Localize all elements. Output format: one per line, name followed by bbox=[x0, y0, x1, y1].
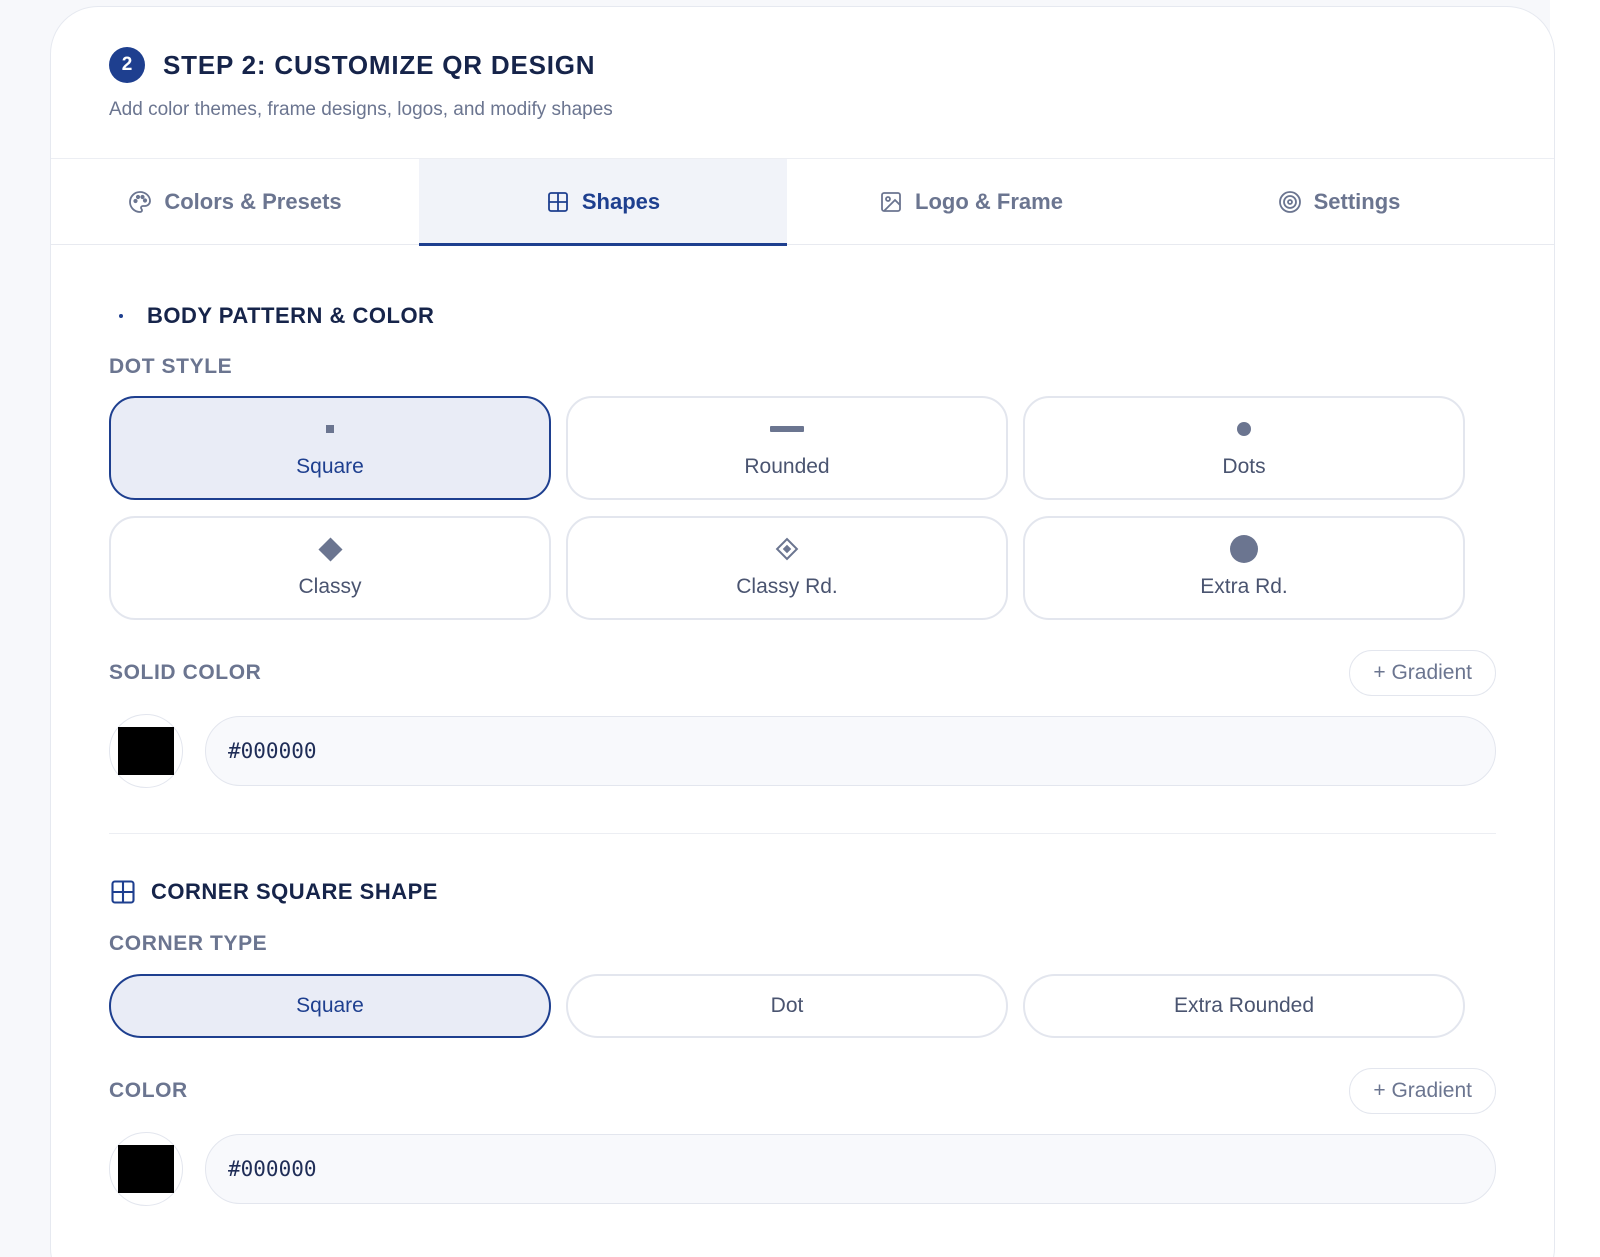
circle-dot-icon bbox=[1237, 422, 1251, 436]
large-circle-icon bbox=[1230, 535, 1258, 563]
dot-style-rounded[interactable]: Rounded bbox=[566, 396, 1008, 500]
grid-icon bbox=[111, 880, 135, 904]
diamond-outline-icon bbox=[775, 537, 799, 561]
solid-color-label: SOLID COLOR bbox=[109, 661, 262, 684]
corner-type-options: Square Dot Extra Rounded bbox=[109, 974, 1496, 1038]
section-title: BODY PATTERN & COLOR bbox=[147, 303, 435, 328]
hex-color-input[interactable]: #000000 bbox=[205, 716, 1496, 786]
rounded-bar-icon bbox=[770, 426, 804, 432]
option-label: Square bbox=[296, 455, 364, 478]
color-swatch bbox=[118, 1145, 174, 1193]
option-label: Classy Rd. bbox=[736, 575, 838, 598]
tab-label: Shapes bbox=[581, 189, 661, 214]
dot-style-square[interactable]: Square bbox=[109, 396, 551, 500]
card-header: 2 STEP 2: CUSTOMIZE QR DESIGN Add color … bbox=[51, 7, 1554, 159]
tab-colors-presets[interactable]: Colors & Presets bbox=[51, 159, 419, 245]
corner-section-header: CORNER SQUARE SHAPE bbox=[109, 878, 1496, 906]
dot-style-extra-rounded[interactable]: Extra Rd. bbox=[1023, 516, 1465, 620]
solid-color-header: SOLID COLOR + Gradient bbox=[109, 650, 1496, 696]
design-card: 2 STEP 2: CUSTOMIZE QR DESIGN Add color … bbox=[50, 6, 1555, 1257]
option-label: Dots bbox=[1222, 455, 1266, 478]
shapes-panel: BODY PATTERN & COLOR DOT STYLE Square Ro… bbox=[51, 303, 1554, 1206]
diamond-icon bbox=[317, 536, 343, 562]
image-icon bbox=[881, 192, 901, 212]
page-subtitle: Add color themes, frame designs, logos, … bbox=[109, 99, 613, 120]
option-label: Rounded bbox=[744, 455, 830, 478]
tab-label: Settings bbox=[1313, 189, 1401, 214]
step-number-badge: 2 bbox=[109, 47, 145, 83]
tab-shapes[interactable]: Shapes bbox=[419, 159, 787, 246]
bullet-dot-icon bbox=[119, 314, 123, 318]
tab-logo-frame[interactable]: Logo & Frame bbox=[787, 159, 1155, 245]
body-section-header: BODY PATTERN & COLOR bbox=[109, 303, 1496, 329]
square-dot-icon bbox=[326, 425, 334, 433]
section-divider bbox=[109, 833, 1496, 834]
target-icon bbox=[1278, 191, 1301, 213]
corner-type-label: CORNER TYPE bbox=[109, 932, 268, 955]
corner-color-row: #000000 bbox=[109, 1132, 1496, 1206]
corner-type-square[interactable]: Square bbox=[109, 974, 551, 1038]
dot-style-classy[interactable]: Classy bbox=[109, 516, 551, 620]
tab-bar: Colors & Presets Shapes Logo & Frame Set… bbox=[51, 159, 1554, 246]
option-label: Extra Rd. bbox=[1200, 575, 1288, 598]
color-picker[interactable] bbox=[109, 714, 183, 788]
tab-settings[interactable]: Settings bbox=[1155, 159, 1523, 245]
add-gradient-button[interactable]: + Gradient bbox=[1349, 1068, 1496, 1114]
palette-icon bbox=[129, 191, 152, 213]
option-label: Classy bbox=[298, 575, 362, 598]
dot-style-dots[interactable]: Dots bbox=[1023, 396, 1465, 500]
color-picker[interactable] bbox=[109, 1132, 183, 1206]
corner-type-extra-rounded[interactable]: Extra Rounded bbox=[1023, 974, 1465, 1038]
dot-style-classy-rounded[interactable]: Classy Rd. bbox=[566, 516, 1008, 620]
page-title: STEP 2: CUSTOMIZE QR DESIGN bbox=[163, 49, 596, 80]
dot-style-options: Square Rounded Dots Classy Classy Rd. Ex… bbox=[109, 396, 1496, 620]
tab-label: Colors & Presets bbox=[164, 189, 342, 214]
add-gradient-button[interactable]: + Gradient bbox=[1349, 650, 1496, 696]
corner-color-label: COLOR bbox=[109, 1079, 188, 1102]
background-panel bbox=[1550, 0, 1600, 1257]
body-color-row: #000000 bbox=[109, 714, 1496, 788]
hex-color-input[interactable]: #000000 bbox=[205, 1134, 1496, 1204]
tab-label: Logo & Frame bbox=[915, 189, 1063, 214]
color-swatch bbox=[118, 727, 174, 775]
section-title: CORNER SQUARE SHAPE bbox=[151, 879, 438, 904]
corner-type-dot[interactable]: Dot bbox=[566, 974, 1008, 1038]
grid-icon bbox=[547, 192, 568, 212]
dot-style-label: DOT STYLE bbox=[109, 355, 233, 378]
corner-color-header: COLOR + Gradient bbox=[109, 1068, 1496, 1114]
